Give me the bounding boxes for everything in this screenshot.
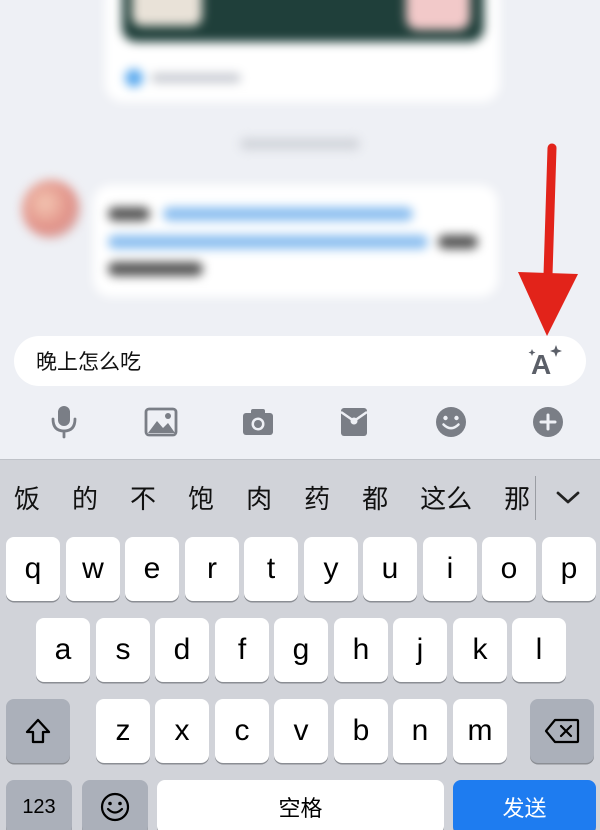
key-r[interactable]: r (185, 537, 239, 601)
key-e[interactable]: e (125, 537, 179, 601)
shift-icon[interactable] (6, 699, 70, 763)
key-t[interactable]: t (244, 537, 298, 601)
key-g[interactable]: g (274, 618, 328, 682)
key-c[interactable]: c (215, 699, 269, 763)
candidate-bar: 饭 的 不 饱 肉 药 都 这么 那 (0, 459, 600, 535)
key-i[interactable]: i (423, 537, 477, 601)
candidate-item[interactable]: 肉 (230, 479, 288, 516)
shared-card-source (125, 68, 241, 88)
key-d[interactable]: d (155, 618, 209, 682)
key-w[interactable]: w (66, 537, 120, 601)
candidate-item[interactable]: 的 (56, 479, 114, 516)
key-j[interactable]: j (393, 618, 447, 682)
key-k[interactable]: k (453, 618, 507, 682)
key-h[interactable]: h (334, 618, 388, 682)
candidate-item[interactable]: 这么 (404, 479, 488, 516)
camera-icon[interactable] (238, 402, 278, 442)
message-input-field[interactable]: 晚上怎么吃 A (14, 336, 586, 386)
emoji-icon[interactable] (431, 402, 471, 442)
avatar[interactable] (22, 180, 80, 238)
keyboard: q w e r t y u i o p a s d f g h j k l z … (0, 535, 600, 830)
key-z[interactable]: z (96, 699, 150, 763)
microphone-icon[interactable] (44, 402, 84, 442)
key-n[interactable]: n (393, 699, 447, 763)
input-toolbar (0, 392, 600, 452)
emoji-icon[interactable] (82, 780, 148, 830)
candidate-item[interactable]: 都 (346, 479, 404, 516)
key-x[interactable]: x (155, 699, 209, 763)
key-l[interactable]: l (512, 618, 566, 682)
key-p[interactable]: p (542, 537, 596, 601)
candidate-item[interactable]: 那 (488, 479, 535, 516)
candidate-list: 饭 的 不 饱 肉 药 都 这么 那 (0, 460, 535, 535)
link-message-bubble[interactable] (93, 185, 498, 297)
key-u[interactable]: u (363, 537, 417, 601)
candidate-item[interactable]: 饭 (14, 479, 56, 516)
key-m[interactable]: m (453, 699, 507, 763)
plus-icon[interactable] (528, 402, 568, 442)
key-v[interactable]: v (274, 699, 328, 763)
key-y[interactable]: y (304, 537, 358, 601)
space-key[interactable]: 空格 (157, 780, 444, 830)
key-b[interactable]: b (334, 699, 388, 763)
chevron-down-icon[interactable] (536, 460, 600, 535)
backspace-icon[interactable] (530, 699, 594, 763)
candidate-item[interactable]: 饱 (172, 479, 230, 516)
svg-text:A: A (531, 349, 551, 379)
red-packet-icon[interactable] (334, 402, 374, 442)
candidate-item[interactable]: 药 (288, 479, 346, 516)
key-s[interactable]: s (96, 618, 150, 682)
key-a[interactable]: a (36, 618, 90, 682)
key-q[interactable]: q (6, 537, 60, 601)
send-button[interactable]: 发送 (453, 780, 596, 830)
shared-card-image (122, 0, 484, 42)
red-arrow-annotation (518, 143, 578, 336)
key-f[interactable]: f (215, 618, 269, 682)
key-o[interactable]: o (482, 537, 536, 601)
image-icon[interactable] (141, 402, 181, 442)
numbers-key[interactable]: 123 (6, 780, 72, 830)
ai-sparkle-text-icon[interactable]: A (526, 341, 566, 381)
message-input-text[interactable]: 晚上怎么吃 (36, 346, 526, 376)
message-timestamp (240, 138, 360, 150)
candidate-item[interactable]: 不 (114, 479, 172, 516)
